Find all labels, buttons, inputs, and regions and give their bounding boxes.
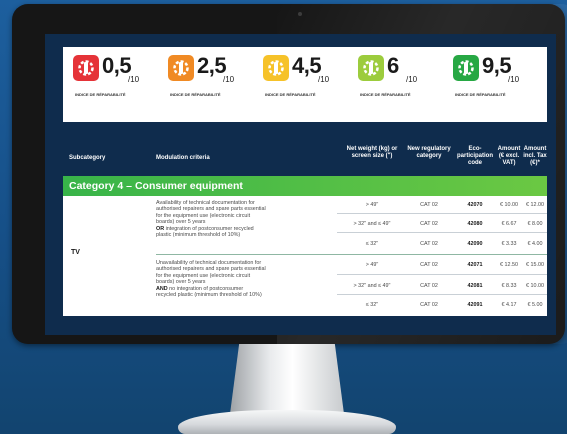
row-divider bbox=[337, 232, 547, 233]
cell-amount-excl: € 4.17 bbox=[501, 302, 517, 308]
criteria-text: Unavailability of technical documentatio… bbox=[156, 260, 316, 298]
header-weight: Net weight (kg) or screen size (") bbox=[346, 146, 398, 159]
cell-code: 42090 bbox=[467, 241, 483, 247]
row-divider bbox=[337, 294, 547, 295]
repairability-badge: 0,5 /10 INDICE DE RÉPARABILITÉ bbox=[73, 53, 157, 115]
badge-denominator: /10 bbox=[406, 75, 418, 84]
cell-category: CAT 02 bbox=[420, 302, 438, 308]
badge-score: 0,5 bbox=[102, 53, 132, 78]
badge-score: 4,5 bbox=[292, 53, 322, 78]
repair-tools-icon bbox=[168, 55, 194, 81]
badge-score: 6 bbox=[387, 53, 399, 78]
subcategory-label: TV bbox=[71, 249, 80, 256]
cell-amount-incl: € 12.00 bbox=[526, 202, 544, 208]
category-title-bar: Category 4 – Consumer equipment bbox=[63, 176, 547, 196]
cell-category: CAT 02 bbox=[420, 283, 438, 289]
cell-amount-incl: € 8.00 bbox=[527, 221, 543, 227]
group-divider bbox=[156, 254, 547, 255]
badge-caption: INDICE DE RÉPARABILITÉ bbox=[75, 92, 126, 97]
row-divider bbox=[337, 274, 547, 275]
table-body: TV Availability of technical documentati… bbox=[63, 196, 547, 316]
criteria-line: recycled plastic (minimum threshold of 1… bbox=[156, 292, 262, 299]
cell-size: ≤ 32" bbox=[365, 241, 379, 247]
criteria-keyword: AND bbox=[156, 285, 168, 292]
cell-code: 42070 bbox=[467, 202, 483, 208]
monitor-frame: 0,5 /10 INDICE DE RÉPARABILITÉ 2,5 /10 I… bbox=[12, 4, 567, 344]
cell-code: 42091 bbox=[467, 302, 483, 308]
badge-denominator: /10 bbox=[508, 75, 520, 84]
repairability-badge: 2,5 /10 INDICE DE RÉPARABILITÉ bbox=[168, 53, 252, 115]
cell-amount-excl: € 6.67 bbox=[501, 221, 517, 227]
cell-code: 42071 bbox=[467, 262, 483, 268]
row-divider bbox=[337, 213, 547, 214]
header-subcategory: Subcategory bbox=[69, 155, 106, 161]
cell-amount-incl: € 10.00 bbox=[526, 283, 544, 289]
cell-category: CAT 02 bbox=[420, 241, 438, 247]
cell-amount-incl: € 15.00 bbox=[526, 262, 544, 268]
badge-caption: INDICE DE RÉPARABILITÉ bbox=[170, 92, 221, 97]
cell-amount-excl: € 3.33 bbox=[501, 241, 517, 247]
header-amount-incl: Amount incl. Tax (€)* bbox=[523, 146, 547, 166]
criteria-text: Availability of technical documentation … bbox=[156, 200, 316, 238]
badge-score: 2,5 bbox=[197, 53, 227, 78]
criteria-tail: no integration of postconsumer bbox=[167, 285, 244, 292]
cell-amount-excl: € 8.33 bbox=[501, 283, 517, 289]
criteria-tail: integration of postconsumer recycled bbox=[164, 225, 254, 232]
badge-denominator: /10 bbox=[223, 75, 235, 84]
cell-code: 42080 bbox=[467, 221, 483, 227]
cell-category: CAT 02 bbox=[420, 221, 438, 227]
badge-denominator: /10 bbox=[128, 75, 140, 84]
cell-amount-excl: € 10.00 bbox=[500, 202, 518, 208]
repairability-badge: 6 /10 INDICE DE RÉPARABILITÉ bbox=[358, 53, 442, 115]
badge-caption: INDICE DE RÉPARABILITÉ bbox=[455, 92, 506, 97]
badge-caption: INDICE DE RÉPARABILITÉ bbox=[265, 92, 316, 97]
cell-category: CAT 02 bbox=[420, 202, 438, 208]
cell-size: > 32" and ≤ 49" bbox=[353, 221, 391, 227]
cell-size: > 49" bbox=[365, 202, 379, 208]
criteria-keyword: OR bbox=[156, 225, 165, 232]
repair-tools-icon bbox=[453, 55, 479, 81]
repairability-badges: 0,5 /10 INDICE DE RÉPARABILITÉ 2,5 /10 I… bbox=[63, 47, 547, 122]
repair-tools-icon bbox=[358, 55, 384, 81]
badge-denominator: /10 bbox=[318, 75, 330, 84]
cell-size: ≤ 32" bbox=[365, 302, 379, 308]
repair-tools-icon bbox=[263, 55, 289, 81]
cell-category: CAT 02 bbox=[420, 262, 438, 268]
cell-code: 42081 bbox=[467, 283, 483, 289]
webcam-dot bbox=[298, 12, 302, 16]
cell-amount-excl: € 12.50 bbox=[500, 262, 518, 268]
cell-amount-incl: € 5.00 bbox=[527, 302, 543, 308]
badge-score: 9,5 bbox=[482, 53, 512, 78]
monitor-screen: 0,5 /10 INDICE DE RÉPARABILITÉ 2,5 /10 I… bbox=[45, 34, 556, 335]
repairability-badge: 9,5 /10 INDICE DE RÉPARABILITÉ bbox=[453, 53, 537, 115]
header-code: Eco-participation code bbox=[456, 146, 493, 166]
repairability-badge: 4,5 /10 INDICE DE RÉPARABILITÉ bbox=[263, 53, 347, 115]
header-amount-excl: Amount (€ excl. VAT) bbox=[497, 146, 521, 166]
repair-tools-icon bbox=[73, 55, 99, 81]
cell-amount-incl: € 4.00 bbox=[527, 241, 543, 247]
monitor-stand-base bbox=[178, 410, 396, 434]
criteria-line: plastic (minimum threshold of 10%) bbox=[156, 232, 241, 239]
cell-size: > 32" and ≤ 49" bbox=[353, 283, 391, 289]
header-category: New regulatory category bbox=[407, 146, 451, 159]
badge-caption: INDICE DE RÉPARABILITÉ bbox=[360, 92, 411, 97]
table-header: Subcategory Modulation criteria Net weig… bbox=[63, 142, 547, 176]
header-criteria: Modulation criteria bbox=[156, 155, 210, 161]
monitor-stand-neck bbox=[230, 344, 344, 414]
cell-size: > 49" bbox=[365, 262, 379, 268]
